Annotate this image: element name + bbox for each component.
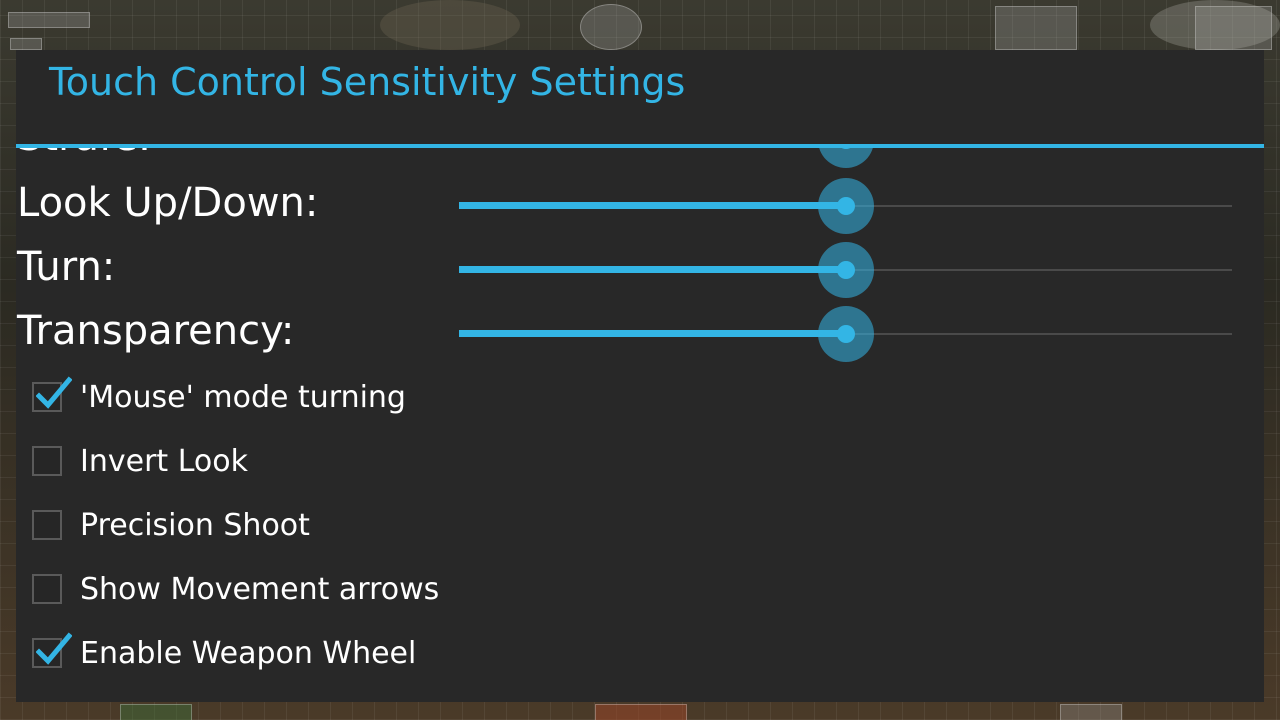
hud-element — [1150, 0, 1280, 50]
hud-element — [120, 704, 192, 720]
slider-thumb[interactable] — [837, 325, 855, 343]
checkbox-row-invert-look[interactable]: Invert Look — [16, 430, 616, 494]
slider-thumb[interactable] — [837, 197, 855, 215]
dialog-title-bar: Touch Control Sensitivity Settings — [16, 50, 1264, 144]
checkbox-label: Show Movement arrows — [80, 572, 440, 607]
slider-fill — [459, 202, 846, 209]
hud-element — [380, 0, 520, 50]
checkbox-row-mouse-mode[interactable]: 'Mouse' mode turning — [16, 366, 616, 430]
transparency-slider[interactable] — [459, 302, 1232, 366]
hud-element — [580, 4, 642, 50]
hud-element — [10, 38, 42, 50]
weapon-wheel-checkbox[interactable] — [32, 632, 72, 668]
slider-label: Transparency: — [17, 308, 295, 354]
hud-element — [8, 12, 90, 28]
checkbox-label: 'Mouse' mode turning — [80, 380, 406, 415]
title-divider — [16, 144, 1264, 148]
checkbox-row-weapon-wheel[interactable]: Enable Weapon Wheel — [16, 622, 616, 686]
turn-slider[interactable] — [459, 238, 1232, 302]
checkbox-row-precision-shoot[interactable]: Precision Shoot — [16, 494, 616, 558]
checkbox-label: Invert Look — [80, 444, 248, 479]
slider-row-turn: Turn: — [16, 238, 1264, 302]
slider-row-look-up-down: Look Up/Down: — [16, 174, 1264, 238]
precision-shoot-checkbox[interactable] — [32, 510, 62, 540]
checkbox-label: Enable Weapon Wheel — [80, 636, 417, 671]
checkbox-label: Precision Shoot — [80, 508, 310, 543]
hud-element — [1060, 704, 1122, 720]
hud-element — [995, 6, 1077, 50]
slider-fill — [459, 266, 846, 273]
slider-label: Look Up/Down: — [17, 180, 319, 226]
checkbox-row-movement-arrows[interactable]: Show Movement arrows — [16, 558, 616, 622]
slider-label: Turn: — [17, 244, 116, 290]
dialog-title: Touch Control Sensitivity Settings — [49, 60, 686, 104]
invert-look-checkbox[interactable] — [32, 446, 62, 476]
look-up-down-slider[interactable] — [459, 174, 1232, 238]
checkmark-icon — [36, 632, 72, 665]
checkmark-icon — [36, 376, 72, 409]
slider-row-transparency: Transparency: — [16, 302, 1264, 366]
mouse-mode-checkbox[interactable] — [32, 376, 72, 412]
slider-thumb[interactable] — [837, 261, 855, 279]
settings-dialog: Strafe: Look Up/Down: Turn: — [16, 50, 1264, 702]
hud-element — [595, 704, 687, 720]
movement-arrows-checkbox[interactable] — [32, 574, 62, 604]
slider-fill — [459, 330, 846, 337]
